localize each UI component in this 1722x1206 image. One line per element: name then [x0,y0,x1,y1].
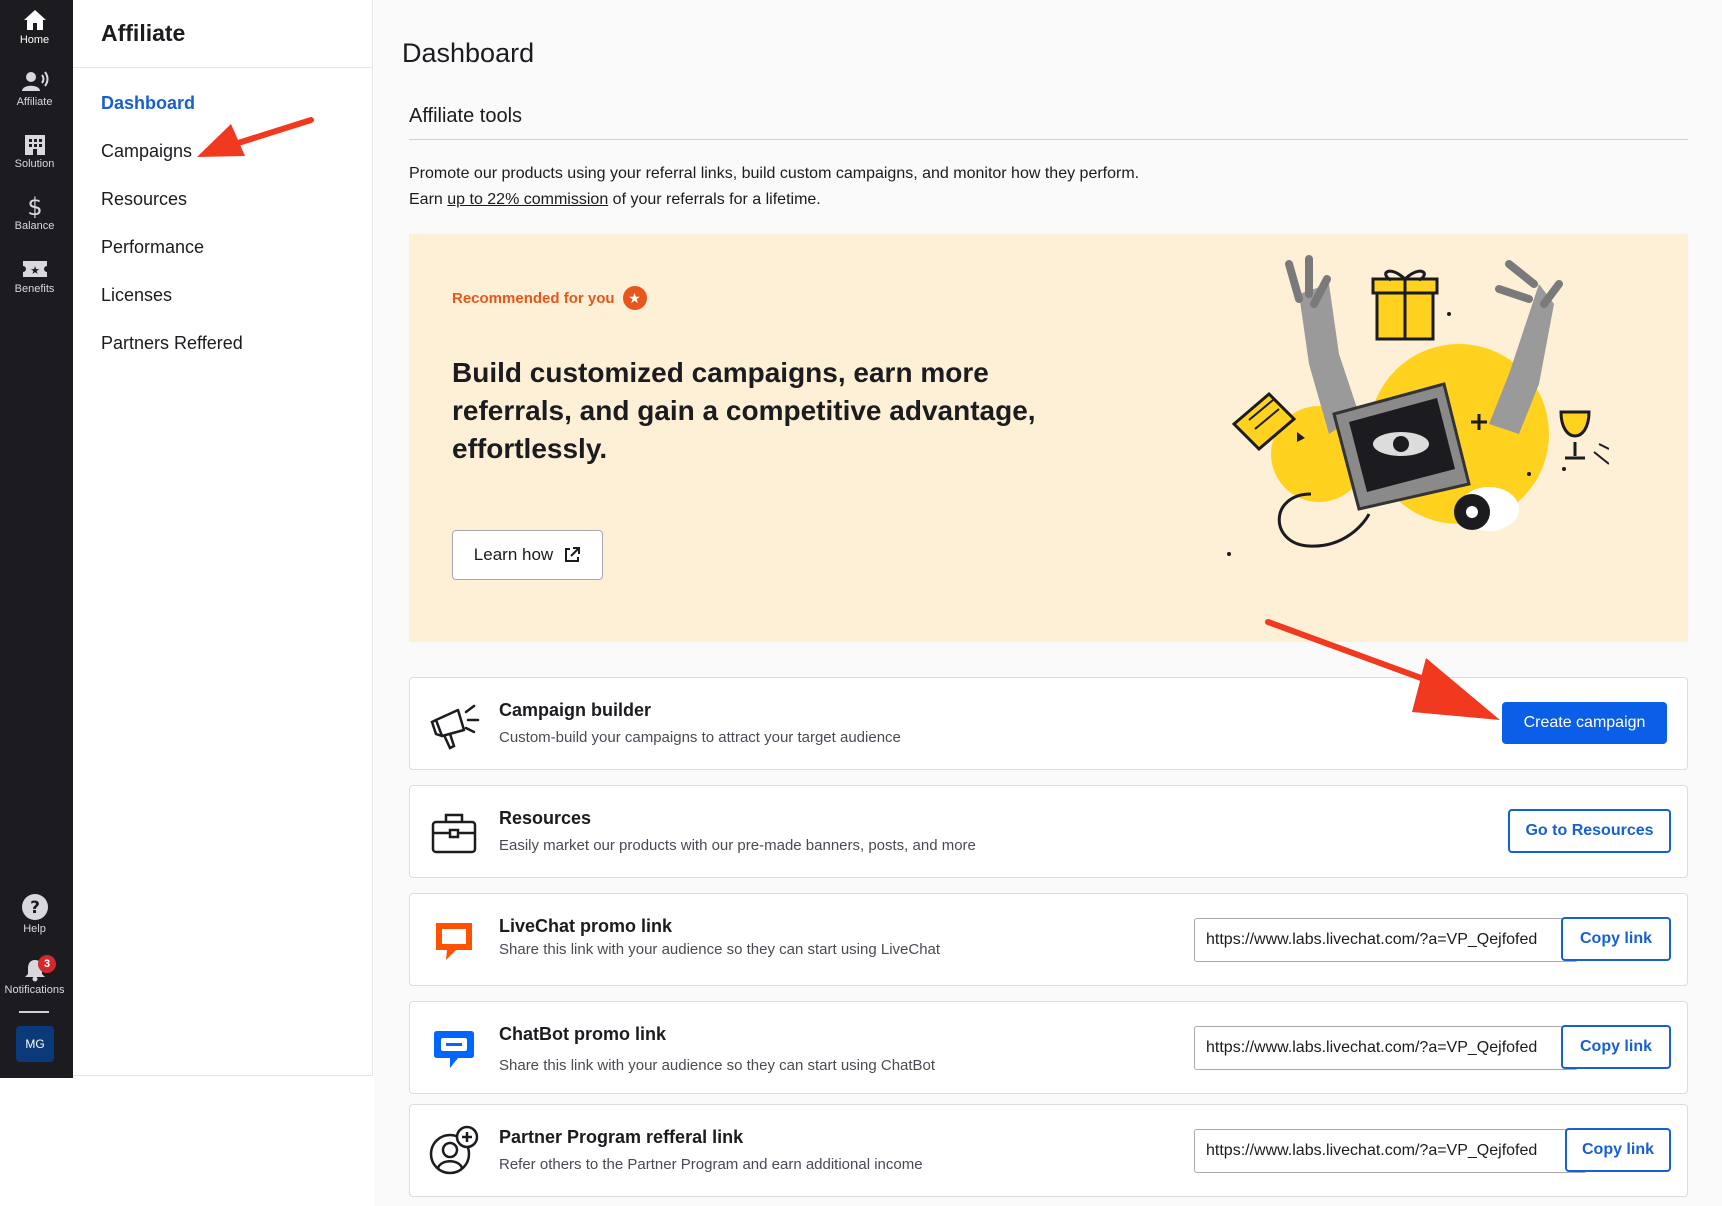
campaign-illustration [1227,255,1609,556]
create-campaign-button[interactable]: Create campaign [1502,702,1667,744]
copy-partner-link-button[interactable]: Copy link [1565,1128,1671,1172]
intro-suffix: of your referrals for a lifetime. [608,191,821,208]
rail-balance[interactable]: $ Balance [0,194,69,232]
megaphone-icon [430,704,480,750]
nav-item-dashboard[interactable]: Dashboard [101,93,195,114]
chatbot-card-subtitle: Share this link with your audience so th… [499,1057,936,1074]
nav-item-performance[interactable]: Performance [101,237,204,258]
nav-item-resources[interactable]: Resources [101,189,187,210]
rail-solution-label: Solution [14,158,55,170]
rail-benefits[interactable]: ★ Benefits [0,257,69,295]
rail-home[interactable]: Home [0,8,69,46]
rail-affiliate-label: Affiliate [16,96,53,108]
nav-item-partners-reffered[interactable]: Partners Reffered [101,333,243,354]
help-icon: ? [21,894,48,920]
avatar[interactable]: MG [16,1026,54,1062]
chatbot-card: ChatBot promo link Share this link with … [409,1001,1688,1094]
svg-text:$: $ [27,194,42,218]
intro-text: Promote our products using your referral… [409,161,1139,213]
page-title: Dashboard [402,38,535,68]
promo-banner: Recommended for you ★ Build customized c… [409,234,1688,642]
icon-rail: Home Affiliate Solution $ Balance ★ Bene… [0,0,73,1078]
nav-item-campaigns[interactable]: Campaigns [101,141,192,162]
partner-card-title: Partner Program refferal link [499,1127,744,1147]
home-icon [23,10,46,30]
rail-divider [19,1011,49,1013]
learn-how-label: Learn how [473,545,554,564]
subnav-title: Affiliate [101,20,186,46]
rail-notifications-label: Notifications [4,984,65,996]
external-link-icon [565,547,581,562]
livechat-logo-icon [436,923,472,960]
building-icon [24,135,45,155]
intro-line-1: Promote our products using your referral… [409,165,1140,182]
promo-headline: Build customized campaigns, earn more re… [452,357,1036,464]
annotation-arrow-campaigns [197,117,314,157]
recommended-label: Recommended for you [452,289,615,307]
copy-livechat-link-button[interactable]: Copy link [1561,917,1671,961]
svg-text:?: ? [30,898,40,918]
resources-card-subtitle: Easily market our products with our pre-… [499,837,976,854]
livechat-card-title: LiveChat promo link [499,916,673,936]
notifications-badge: 3 [38,955,56,973]
subnav-divider [73,67,372,68]
rail-notifications[interactable]: Notifications [0,958,69,996]
partner-link-field[interactable] [1194,1129,1587,1173]
star-icon: ★ [622,286,647,310]
ticket-icon: ★ [22,261,47,277]
rail-help-label: Help [23,923,46,935]
chatbot-link-field[interactable] [1194,1026,1578,1070]
intro-prefix: Earn [409,191,448,208]
chatbot-logo-icon [434,1031,474,1068]
intro-line-2: Earn up to 22% commission of your referr… [409,187,1139,213]
rail-home-label: Home [19,34,50,46]
campaign-builder-subtitle: Custom-build your campaigns to attract y… [499,729,901,746]
livechat-card-subtitle: Share this link with your audience so th… [499,941,941,958]
rail-help[interactable]: ? Help [0,893,69,935]
learn-how-button[interactable]: Learn how [452,530,603,580]
briefcase-icon [431,813,477,854]
rail-benefits-label: Benefits [14,283,55,295]
affiliate-icon [21,71,48,91]
go-to-resources-button[interactable]: Go to Resources [1508,809,1671,853]
rail-affiliate[interactable]: Affiliate [0,70,69,108]
annotation-arrow-create-campaign [1265,619,1500,720]
rail-solution[interactable]: Solution [0,132,69,170]
commission-link[interactable]: up to 22% commission [447,191,608,208]
resources-card-title: Resources [499,808,592,828]
livechat-link-field[interactable] [1194,918,1578,962]
partner-program-card: Partner Program refferal link Refer othe… [409,1104,1688,1197]
chatbot-card-title: ChatBot promo link [499,1024,666,1044]
resources-card: Resources Easily market our products wit… [409,785,1688,878]
rail-balance-label: Balance [14,220,55,232]
dollar-icon: $ [27,194,42,218]
recommended-tag: Recommended for you ★ [452,286,647,310]
section-title: Affiliate tools [409,105,523,127]
add-user-icon [429,1125,479,1175]
partner-card-subtitle: Refer others to the Partner Program and … [499,1156,923,1173]
nav-item-licenses[interactable]: Licenses [101,285,172,306]
svg-text:★: ★ [30,264,40,277]
section-divider [409,139,1688,140]
campaign-builder-title: Campaign builder [499,700,652,720]
copy-chatbot-link-button[interactable]: Copy link [1561,1025,1671,1069]
livechat-card: LiveChat promo link Share this link with… [409,893,1688,986]
main-content: Dashboard Affiliate tools Promote our pr… [374,0,1722,1206]
